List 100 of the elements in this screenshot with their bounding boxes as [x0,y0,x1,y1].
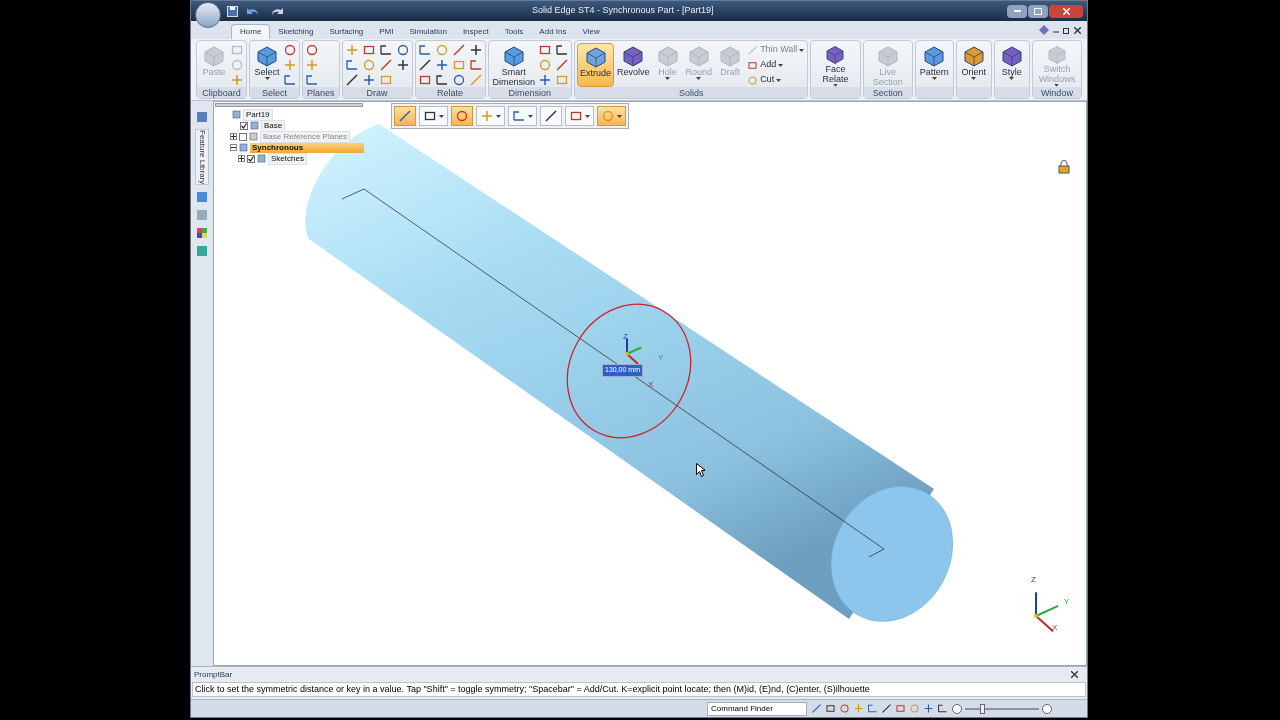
restore-icon[interactable] [1063,26,1070,34]
expand-icon[interactable] [238,155,245,162]
caret-icon [617,114,622,118]
group-label: Planes [307,87,335,98]
group-footer [994,87,1029,98]
group-label: Solids [678,87,704,98]
ribbon-button[interactable]: Select [252,43,282,87]
ribbon-button[interactable]: Add [746,58,806,72]
tool-icon[interactable] [417,58,432,72]
checkbox[interactable] [239,132,247,141]
group-label: Relate [437,87,464,98]
command-bar-button[interactable] [419,106,448,126]
group-footer [956,87,991,98]
tool-icon[interactable] [305,43,319,57]
view-tool-icon[interactable] [839,703,850,714]
undo-icon[interactable] [246,6,260,16]
view-tool-icon[interactable] [867,703,878,714]
ribbon-button[interactable]: Revolve [615,43,652,87]
ribbon-button[interactable]: Cut [746,73,806,87]
group-footer [915,87,953,98]
ribbon-tab[interactable]: Home [231,24,271,39]
caret-icon [778,63,784,67]
zoom-out-icon[interactable] [952,703,962,714]
axis-label: Z [623,331,628,343]
save-icon[interactable] [227,5,238,17]
ribbon-tab[interactable]: PMI [371,24,402,39]
maximize-button[interactable] [1028,4,1048,18]
ribbon-tab[interactable]: View [574,24,608,39]
ribbon-tab[interactable]: Tools [496,24,532,39]
help-icon[interactable] [1039,25,1049,35]
checkbox[interactable] [247,154,255,163]
axis-label: Z [1031,574,1036,586]
cursor-icon [696,463,705,477]
view-tool-icon[interactable] [825,703,836,714]
tool-icon[interactable] [451,73,466,87]
close-icon[interactable] [1071,671,1078,678]
minimize-button[interactable] [1007,4,1027,18]
ribbon-tab[interactable]: Inspect [454,24,497,39]
command-finder-field[interactable]: Command Finder [707,701,807,716]
side-tab[interactable]: Feature Library [195,129,209,186]
checkbox[interactable] [240,121,248,130]
ribbon-tab[interactable]: Sketching [270,24,322,39]
tool-icon[interactable] [569,109,583,123]
zoom-thumb[interactable] [979,703,985,714]
ribbon-button[interactable]: Pattern [917,43,951,87]
axis-label: Y [658,352,664,364]
panel-grip[interactable] [215,103,363,107]
ribbon-tab[interactable]: Simulation [401,24,455,39]
tool-icon[interactable] [555,43,570,57]
caret-icon [776,78,782,82]
tool-icon[interactable] [538,43,553,57]
ribbon-button[interactable]: Face Relate [813,43,858,87]
ribbon-tab[interactable]: Surfacing [321,24,372,39]
ribbon-button[interactable]: Style [996,43,1027,87]
redo-icon[interactable] [270,6,284,16]
app-menu-button[interactable] [195,2,221,28]
group-label: Window [1040,87,1073,98]
tool-icon[interactable] [378,43,393,57]
tree-item[interactable]: Part19 [243,108,273,121]
expand-icon[interactable] [230,133,237,140]
tool-icon[interactable] [395,43,410,57]
tree-item[interactable]: Synchronous [250,142,364,153]
caret-icon [528,114,533,118]
command-bar-button[interactable] [565,106,594,126]
caret-icon [439,114,444,118]
view-tool-icon[interactable] [923,703,934,714]
lock-icon[interactable] [1058,160,1070,174]
library-icon[interactable] [196,191,208,204]
tool-icon[interactable] [395,58,410,72]
minimize-icon [1013,10,1021,12]
caret-icon [971,77,977,80]
caret-icon [665,77,671,80]
ribbon-button[interactable]: Smart Dimension [490,43,538,87]
close-button[interactable] [1049,4,1083,18]
tool-icon[interactable] [434,73,449,87]
close-icon [1062,7,1070,15]
caret-icon [496,114,501,118]
tree-item[interactable]: Base [261,119,286,132]
tool-icon[interactable] [344,73,359,87]
view-tool-icon[interactable] [937,703,948,714]
caret-icon [799,48,805,52]
grid-icon[interactable] [196,227,208,240]
tool-icon[interactable] [423,109,437,123]
tool-icon[interactable] [361,43,376,57]
ribbon-button[interactable]: Orient [958,43,989,87]
view-tool-icon[interactable] [811,703,822,714]
view-tool-icon[interactable] [881,703,892,714]
ribbon-button[interactable]: Extrude [577,43,615,87]
zoom-in-icon[interactable] [1042,703,1052,714]
tool-icon[interactable] [468,43,483,57]
prompt-text: Click to set the symmetric distance or key in a value. Tap "Shift" = toggle symmetry; "Spacebar" = Add/Cut. K=explicit point locate; then (M)id, (E)nd, (C)enter, (S)ilhouette [192,682,1086,697]
caret-icon [931,77,937,80]
window-title: Solid Edge ST4 - Synchronous Part - [Part19] [532,4,714,18]
collapse-icon[interactable] [230,144,237,151]
ribbon-tab[interactable]: Add Ins [531,24,575,39]
group-footer [811,87,860,98]
axis-label: X [648,379,654,391]
close-icon[interactable] [1074,26,1081,34]
axis-triad [1034,591,1060,633]
caret-icon [585,114,590,118]
